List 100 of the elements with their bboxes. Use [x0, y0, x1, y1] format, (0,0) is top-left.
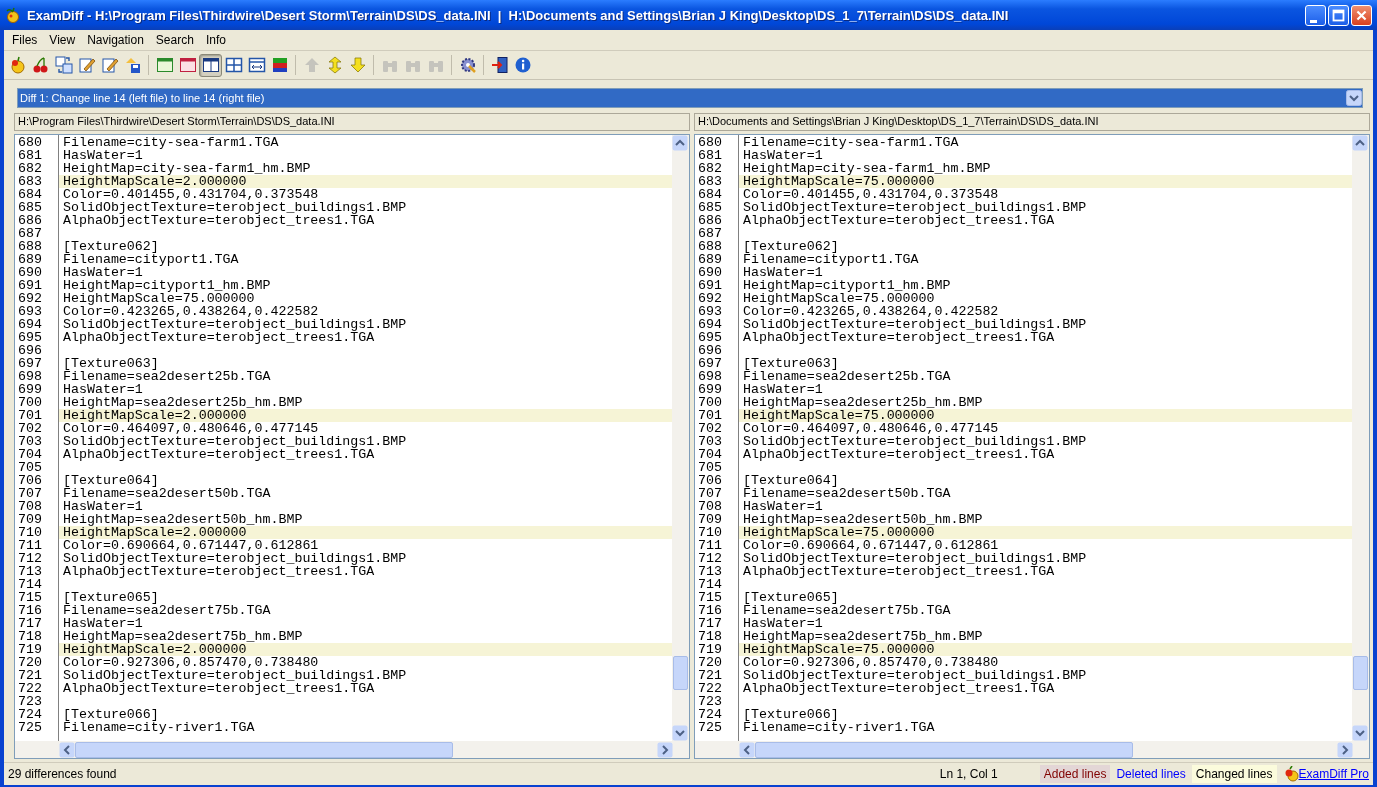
code-text: Filename=sea2desert50b.TGA [742, 487, 951, 500]
scroll-thumb[interactable] [75, 741, 454, 758]
code-text: AlphaObjectTexture=terobject_trees1.TGA [742, 448, 1055, 461]
window-icon [155, 56, 174, 74]
line-number: 695 [17, 331, 43, 344]
line-number: 707 [697, 487, 723, 500]
line-number: 717 [697, 617, 723, 630]
line-number: 725 [697, 721, 723, 734]
code-text: HeightMap=cityport1_hm.BMP [742, 279, 951, 292]
stripes-icon [270, 56, 289, 74]
code-text: HasWater=1 [742, 266, 823, 279]
arrows-window-icon [247, 56, 266, 74]
scroll-thumb[interactable] [1353, 656, 1368, 690]
code-text: HeightMap=city-sea-farm1_hm.BMP [62, 162, 311, 175]
code-text: AlphaObjectTexture=terobject_trees1.TGA [742, 682, 1055, 695]
line-number: 714 [697, 578, 723, 591]
scroll-left-button[interactable] [59, 741, 75, 758]
down-arrow-icon [348, 56, 367, 74]
info-icon [513, 56, 532, 74]
line-number: 722 [17, 682, 43, 695]
line-number: 720 [17, 656, 43, 669]
line-number: 708 [697, 500, 723, 513]
product-link[interactable]: ExamDiff Pro [1298, 767, 1369, 781]
line-number: 700 [17, 396, 43, 409]
line-number: 680 [697, 136, 723, 149]
code-text: AlphaObjectTexture=terobject_trees1.TGA [62, 565, 375, 578]
line-number: 681 [17, 149, 43, 162]
line-number: 694 [17, 318, 43, 331]
line-number: 708 [17, 500, 43, 513]
line-number: 724 [17, 708, 43, 721]
line-number: 712 [697, 552, 723, 565]
scroll-up-button[interactable] [672, 135, 688, 151]
code-text: [Texture064] [742, 474, 839, 487]
scroll-thumb[interactable] [755, 741, 1134, 758]
line-number: 687 [17, 227, 43, 240]
menu-item[interactable]: Info [200, 33, 233, 47]
scroll-left-button[interactable] [739, 741, 755, 758]
code-text: SolidObjectTexture=terobject_buildings1.BMP [742, 552, 1087, 565]
line-number: 706 [697, 474, 723, 487]
line-number: 697 [17, 357, 43, 370]
window-icon [178, 56, 197, 74]
scroll-up-button[interactable] [1352, 135, 1368, 151]
line-number: 690 [17, 266, 43, 279]
menu-item[interactable]: Search [150, 33, 201, 47]
close-button[interactable] [1351, 4, 1372, 26]
line-number: 710 [697, 526, 723, 539]
swap-files-button[interactable] [52, 53, 75, 77]
line-number: 696 [17, 344, 43, 357]
code-text: Color=0.464097,0.480646,0.477145 [742, 422, 999, 435]
code-text: Filename=sea2desert75b.TGA [742, 604, 951, 617]
code-text: HeightMapScale=75.000000 [62, 292, 255, 305]
line-number: 685 [17, 201, 43, 214]
line-number: 698 [697, 370, 723, 383]
code-text: AlphaObjectTexture=terobject_trees1.TGA [62, 331, 375, 344]
line-number: 714 [17, 578, 43, 591]
vertical-scrollbar[interactable] [1352, 135, 1369, 741]
scroll-down-button[interactable] [672, 725, 688, 741]
pencil-icon [100, 56, 119, 74]
menu-item[interactable]: View [44, 33, 83, 47]
app-icon [5, 7, 21, 23]
code-text: HasWater=1 [62, 617, 143, 630]
line-number: 689 [697, 253, 723, 266]
line-number: 702 [17, 422, 43, 435]
line-number: 688 [697, 240, 723, 253]
cherry-icon [31, 56, 50, 74]
code-text: HeightMapScale=2.000000 [59, 526, 247, 539]
diff-dropdown[interactable]: Diff 1: Change line 14 (left file) to line 14 (right file) [17, 88, 1363, 108]
line-number: 715 [697, 591, 723, 604]
line-number: 724 [697, 708, 723, 721]
scroll-thumb[interactable] [673, 656, 688, 690]
line-number: 705 [697, 461, 723, 474]
line-number: 723 [17, 695, 43, 708]
code-text: [Texture062] [62, 240, 159, 253]
window-title: ExamDiff - H:\Program Files\Thirdwire\Desert Storm\Terrain\DS\DS_data.INI | H:\Documents and Settings\Brian J King\Desktop\DS_1_7\Terrain\DS\DS_data.INI [27, 7, 1010, 23]
code-text: AlphaObjectTexture=terobject_trees1.TGA [742, 331, 1055, 344]
menu-item[interactable]: Files [7, 33, 45, 47]
code-text: Filename=city-sea-farm1.TGA [62, 136, 279, 149]
line-number: 682 [697, 162, 723, 175]
exit-icon [490, 56, 509, 74]
horizontal-scrollbar[interactable] [695, 741, 1369, 758]
vertical-scrollbar[interactable] [672, 135, 689, 741]
scroll-right-button[interactable] [1337, 741, 1353, 758]
scroll-right-button[interactable] [657, 741, 673, 758]
side-by-side-view-button[interactable] [199, 53, 222, 77]
horizontal-scrollbar[interactable] [15, 741, 689, 758]
code-text: SolidObjectTexture=terobject_buildings1.BMP [62, 435, 407, 448]
scroll-down-button[interactable] [1352, 725, 1368, 741]
line-number: 691 [17, 279, 43, 292]
line-number: 702 [697, 422, 723, 435]
windows-icon [54, 56, 73, 74]
legend-label: Added lines [1039, 765, 1111, 783]
minimize-button[interactable] [1305, 4, 1326, 26]
menu-item[interactable]: Navigation [82, 33, 151, 47]
line-number: 694 [697, 318, 723, 331]
columns-icon [201, 56, 220, 74]
maximize-button[interactable] [1328, 4, 1349, 26]
code-text: Filename=city-sea-farm1.TGA [742, 136, 959, 149]
line-number: 691 [697, 279, 723, 292]
line-number: 711 [697, 539, 723, 552]
line-number: 715 [17, 591, 43, 604]
